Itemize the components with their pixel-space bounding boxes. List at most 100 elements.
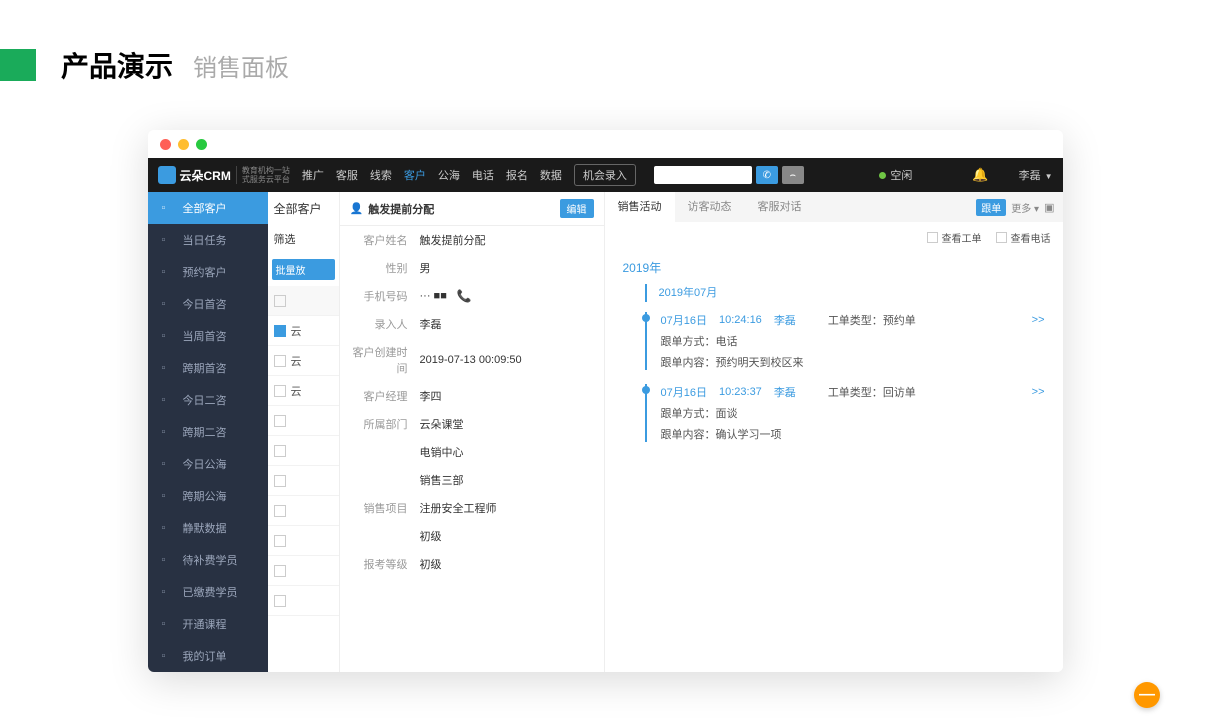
select-all-checkbox[interactable] — [274, 295, 286, 307]
minimize-dot[interactable] — [178, 139, 189, 150]
tab[interactable]: 销售活动 — [605, 192, 675, 222]
row-cell: 云 — [291, 383, 302, 399]
fullscreen-icon[interactable]: ▣ — [1044, 201, 1054, 214]
menu-icon: ▫ — [162, 202, 174, 214]
sidebar-item-label: 开通课程 — [183, 616, 227, 632]
detail-row: 销售三部 — [340, 466, 604, 494]
followup-tag[interactable]: 跟单 — [976, 199, 1006, 216]
sidebar-item-label: 全部客户 — [183, 200, 227, 216]
edit-button[interactable]: 编辑 — [560, 199, 594, 218]
detail-value: 初级 — [420, 556, 442, 572]
bell-icon[interactable]: 🔔 — [972, 167, 988, 183]
hangup-button[interactable]: ⌢ — [782, 166, 804, 184]
menu-icon: ▫ — [162, 394, 174, 406]
sidebar-item[interactable]: ▫当日任务 — [148, 224, 268, 256]
sidebar-item-label: 当周首咨 — [183, 328, 227, 344]
row-checkbox[interactable] — [274, 325, 286, 337]
sidebar-item-label: 我的订单 — [183, 648, 227, 664]
row-checkbox[interactable] — [274, 565, 286, 577]
sidebar-item[interactable]: ▫跨期首咨 — [148, 352, 268, 384]
detail-value: 男 — [420, 260, 431, 276]
detail-row: 性别男 — [340, 254, 604, 282]
sidebar-item-label: 静默数据 — [183, 520, 227, 536]
detail-title: 触发提前分配 — [368, 201, 434, 217]
sidebar-item-label: 预约客户 — [183, 264, 227, 280]
detail-label: 销售项目 — [350, 500, 420, 516]
close-dot[interactable] — [160, 139, 171, 150]
tab[interactable]: 客服对话 — [745, 192, 815, 222]
sidebar-item-label: 已缴费学员 — [183, 584, 238, 600]
row-checkbox[interactable] — [274, 595, 286, 607]
sidebar-item[interactable]: ▫ 静默数据 — [148, 512, 268, 544]
logo[interactable]: 云朵CRM 教育机构一站 式服务云平台 — [158, 166, 290, 184]
detail-label: 手机号码 — [350, 288, 420, 304]
row-checkbox[interactable] — [274, 535, 286, 547]
list-row[interactable] — [268, 586, 339, 616]
nav-item[interactable]: 报名 — [506, 167, 528, 183]
tab[interactable]: 访客动态 — [675, 192, 745, 222]
menu-icon: ▫ — [162, 426, 174, 438]
sidebar-item[interactable]: ▫今日公海 — [148, 448, 268, 480]
phone-icon[interactable]: 📞 — [457, 289, 472, 303]
sidebar-item[interactable]: ▫今日二咨 — [148, 384, 268, 416]
menu-icon: ▫ — [162, 458, 174, 470]
sidebar-item[interactable]: ▫已缴费学员 — [148, 576, 268, 608]
more-button[interactable]: 更多 ▾ — [1011, 200, 1039, 215]
row-checkbox[interactable] — [274, 355, 286, 367]
nav-item[interactable]: 客服 — [336, 167, 358, 183]
sidebar-item[interactable]: ▫待补费学员 — [148, 544, 268, 576]
row-checkbox[interactable] — [274, 385, 286, 397]
sidebar-item[interactable]: ▫预约客户 — [148, 256, 268, 288]
entry-button[interactable]: 机会录入 — [574, 164, 636, 186]
sidebar-item[interactable]: ▫跨期公海 — [148, 480, 268, 512]
sidebar-item[interactable]: ▫我的订单 — [148, 640, 268, 672]
entry-time: 10:23:37 — [719, 386, 762, 398]
search-input[interactable] — [654, 166, 752, 184]
nav-item[interactable]: 推广 — [302, 167, 324, 183]
chevron-down-icon: ▼ — [1045, 172, 1053, 181]
maximize-dot[interactable] — [196, 139, 207, 150]
tab-bar: 销售活动访客动态客服对话 跟单 更多 ▾ ▣ — [605, 192, 1063, 222]
list-row[interactable] — [268, 436, 339, 466]
list-row[interactable] — [268, 466, 339, 496]
view-ticket-option[interactable]: 查看工单 — [927, 230, 982, 245]
detail-row: 客户经理李四 — [340, 382, 604, 410]
list-row[interactable]: 云 — [268, 346, 339, 376]
view-call-option[interactable]: 查看电话 — [996, 230, 1051, 245]
menu-icon: ▫ — [162, 522, 174, 534]
list-row[interactable] — [268, 496, 339, 526]
activity-panel: 销售活动访客动态客服对话 跟单 更多 ▾ ▣ 查看工单 查看电话 2019年 — [605, 192, 1063, 672]
sidebar-item[interactable]: ▫今日首咨 — [148, 288, 268, 320]
sidebar-item-label: 当日任务 — [183, 232, 227, 248]
list-row[interactable] — [268, 526, 339, 556]
row-checkbox[interactable] — [274, 415, 286, 427]
entry-user: 李磊 — [774, 312, 796, 328]
list-header-row — [268, 286, 339, 316]
batch-button[interactable]: 批量放 — [272, 259, 335, 280]
status[interactable]: 空闲 — [879, 167, 912, 183]
expand-button[interactable]: >> — [1032, 386, 1045, 398]
nav-item[interactable]: 线索 — [370, 167, 392, 183]
sidebar-item-label: 跨期二咨 — [183, 424, 227, 440]
expand-button[interactable]: >> — [1032, 314, 1045, 326]
list-row[interactable] — [268, 406, 339, 436]
nav-item[interactable]: 公海 — [438, 167, 460, 183]
status-dot-icon — [879, 172, 886, 179]
sidebar-item[interactable]: ▫当周首咨 — [148, 320, 268, 352]
nav-item[interactable]: 客户 — [404, 167, 426, 183]
detail-value: 李磊 — [420, 316, 442, 332]
sidebar-item[interactable]: ▫ 跨期二咨 — [148, 416, 268, 448]
filter-label[interactable]: 筛选 — [268, 225, 339, 253]
list-row[interactable] — [268, 556, 339, 586]
call-button[interactable]: ✆ — [756, 166, 778, 184]
nav-item[interactable]: 数据 — [540, 167, 562, 183]
user-menu[interactable]: 李磊▼ — [1019, 167, 1053, 183]
sidebar-item[interactable]: ▫ 全部客户 — [148, 192, 268, 224]
nav-item[interactable]: 电话 — [472, 167, 494, 183]
sidebar-item[interactable]: ▫开通课程 — [148, 608, 268, 640]
row-checkbox[interactable] — [274, 475, 286, 487]
row-checkbox[interactable] — [274, 505, 286, 517]
list-row[interactable]: 云 — [268, 376, 339, 406]
row-checkbox[interactable] — [274, 445, 286, 457]
list-row[interactable]: 云 — [268, 316, 339, 346]
